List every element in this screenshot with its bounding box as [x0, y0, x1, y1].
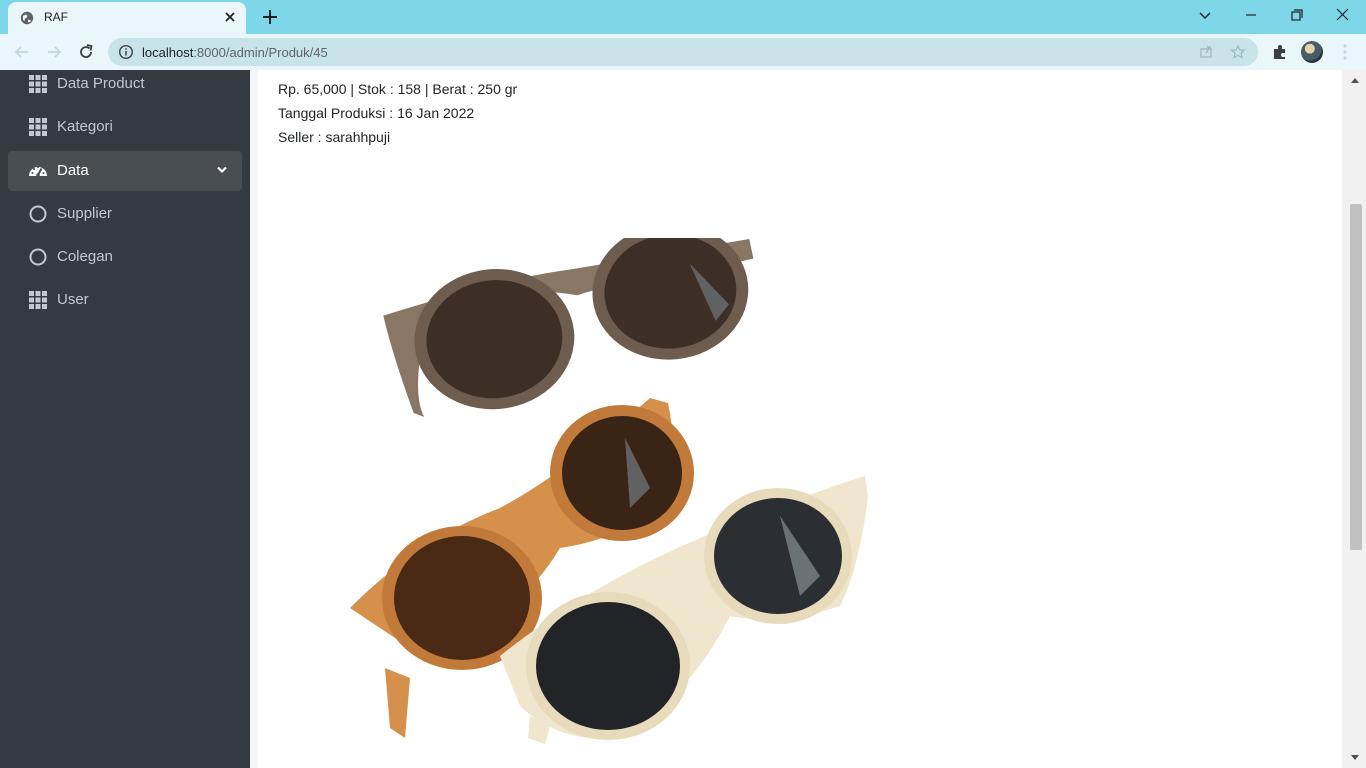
- new-tab-icon[interactable]: [260, 7, 280, 27]
- scroll-up-arrow-icon[interactable]: [1350, 76, 1360, 84]
- sidebar-item-kategori[interactable]: Kategori: [8, 107, 242, 147]
- product-price-stock-weight: Rp. 65,000 | Stok : 158 | Berat : 250 gr: [278, 81, 518, 97]
- sidebar-item-label: Supplier: [57, 205, 113, 222]
- chevron-down-icon: [217, 166, 227, 174]
- back-arrow-icon[interactable]: [12, 42, 32, 62]
- tachometer-icon: [29, 166, 47, 177]
- tab-search-icon[interactable]: [1194, 6, 1216, 26]
- address-bar[interactable]: localhost:8000/admin/Produk/45: [108, 38, 1258, 66]
- product-detail-card: Rp. 65,000 | Stok : 158 | Berat : 250 gr…: [258, 70, 1342, 768]
- page-scrollbar[interactable]: [1342, 70, 1366, 768]
- sidebar-item-label: Kategori: [57, 118, 113, 135]
- info-icon[interactable]: [118, 44, 134, 60]
- sidebar-item-label: Data: [57, 162, 89, 179]
- grid-icon: [29, 75, 47, 93]
- product-image: [350, 238, 868, 744]
- main-content: Rp. 65,000 | Stok : 158 | Berat : 250 gr…: [250, 70, 1342, 768]
- extensions-puzzle-icon[interactable]: [1270, 42, 1290, 62]
- forward-arrow-icon[interactable]: [44, 42, 64, 62]
- sidebar: Data Product Kategori Data Supplier Cole…: [0, 70, 250, 768]
- minimize-icon[interactable]: [1240, 6, 1262, 26]
- close-tab-icon[interactable]: [222, 9, 238, 25]
- sidebar-item-label: Data Product: [57, 75, 145, 92]
- close-window-icon[interactable]: [1332, 6, 1354, 26]
- circle-icon: [29, 205, 47, 223]
- sidebar-item-label: Colegan: [57, 248, 113, 265]
- sidebar-item-data-product[interactable]: Data Product: [8, 64, 242, 104]
- share-icon[interactable]: [1198, 44, 1214, 60]
- tab-title: RAF: [44, 10, 68, 24]
- brown-sunglasses: [383, 238, 754, 417]
- restore-icon[interactable]: [1286, 6, 1308, 26]
- browser-tab[interactable]: RAF: [8, 2, 246, 34]
- product-production-date: Tanggal Produksi : 16 Jan 2022: [278, 105, 475, 121]
- circle-icon: [29, 248, 47, 266]
- grid-icon: [29, 118, 47, 136]
- more-menu-icon[interactable]: [1338, 42, 1352, 62]
- profile-avatar[interactable]: [1301, 41, 1323, 63]
- scrollbar-thumb[interactable]: [1350, 204, 1362, 550]
- sidebar-item-label: User: [57, 291, 89, 308]
- url-text: localhost:8000/admin/Produk/45: [142, 45, 328, 60]
- reload-icon[interactable]: [76, 42, 96, 62]
- browser-tab-strip: RAF: [0, 0, 1366, 34]
- sidebar-item-user[interactable]: User: [8, 280, 242, 320]
- globe-icon: [20, 11, 34, 25]
- sidebar-item-colegan[interactable]: Colegan: [8, 237, 242, 277]
- product-seller: Seller : sarahhpuji: [278, 129, 391, 145]
- sidebar-item-data[interactable]: Data: [8, 151, 242, 191]
- scroll-down-arrow-icon[interactable]: [1350, 754, 1360, 762]
- sidebar-item-supplier[interactable]: Supplier: [8, 194, 242, 234]
- bookmark-star-icon[interactable]: [1230, 44, 1246, 60]
- grid-icon: [29, 291, 47, 309]
